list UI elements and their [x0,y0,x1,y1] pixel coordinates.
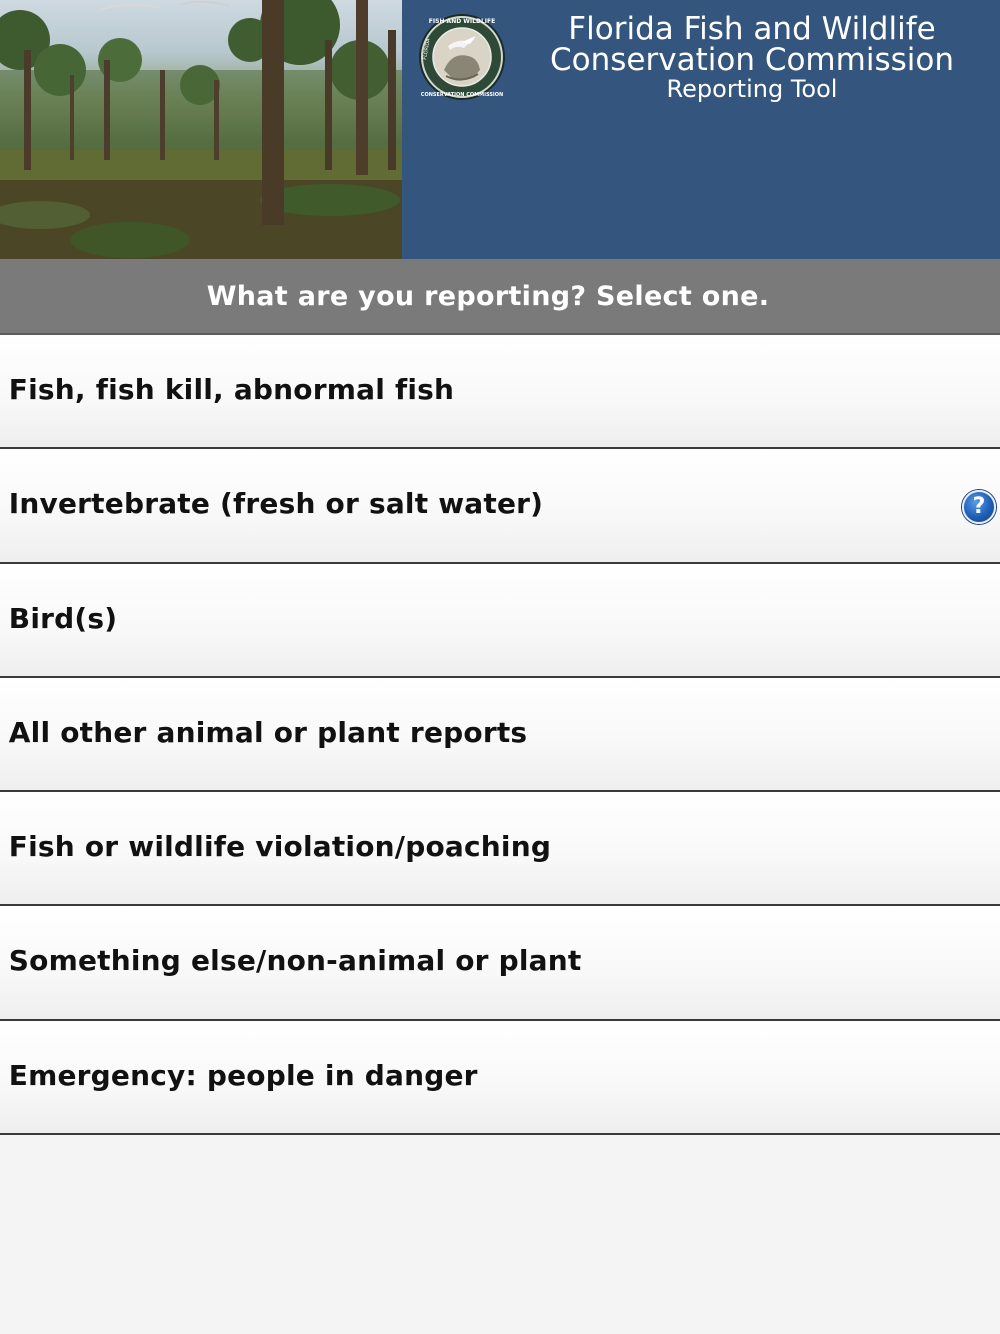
seal-text-bottom: CONSERVATION COMMISSION [421,92,503,98]
title-line-2: Conservation Commission [550,42,954,78]
seal-text-top: FISH AND WILDLIFE [429,18,495,25]
app-title: Florida Fish and Wildlife Conservation C… [512,11,992,103]
report-option-invertebrate[interactable]: . Invertebrate (fresh or salt water) [0,449,1000,564]
prompt-bar: What are you reporting? Select one. [0,259,1000,335]
report-option-something-else[interactable]: . Something else/non-animal or plant [0,906,1000,1021]
report-option-fish[interactable]: . Fish, fish kill, abnormal fish [0,335,1000,450]
header-forest-photo [0,0,402,259]
report-option-label: . Fish or wildlife violation/poaching [0,830,552,864]
report-option-birds[interactable]: . Bird(s) [0,563,1000,678]
report-type-list: . Fish, fish kill, abnormal fish . Inver… [0,335,1000,1136]
header-title-panel: FISH AND WILDLIFE FLORIDA CONSERVATION C… [402,0,1000,259]
app-header: FISH AND WILDLIFE FLORIDA CONSERVATION C… [0,0,1000,259]
report-option-label: . Something else/non-animal or plant [0,944,582,978]
report-option-label: . Emergency: people in danger [0,1058,478,1092]
prompt-text: What are you reporting? Select one. [206,280,770,312]
help-question-icon[interactable]: ? [962,490,996,524]
report-option-label: . Bird(s) [0,601,118,635]
report-option-emergency[interactable]: . Emergency: people in danger [0,1020,1000,1136]
fwc-seal-logo: FISH AND WILDLIFE FLORIDA CONSERVATION C… [419,14,505,100]
report-option-violation-poaching[interactable]: . Fish or wildlife violation/poaching [0,792,1000,907]
report-option-label: . All other animal or plant reports [0,715,528,749]
app-subtitle: Reporting Tool [666,75,838,103]
report-option-label: . Fish, fish kill, abnormal fish [0,373,455,406]
app-screen: FISH AND WILDLIFE FLORIDA CONSERVATION C… [0,0,1000,1334]
report-option-label: . Invertebrate (fresh or salt water) [0,487,544,521]
title-line-1: Florida Fish and Wildlife [568,11,936,47]
report-option-other-animal-plant[interactable]: . All other animal or plant reports [0,677,1000,793]
